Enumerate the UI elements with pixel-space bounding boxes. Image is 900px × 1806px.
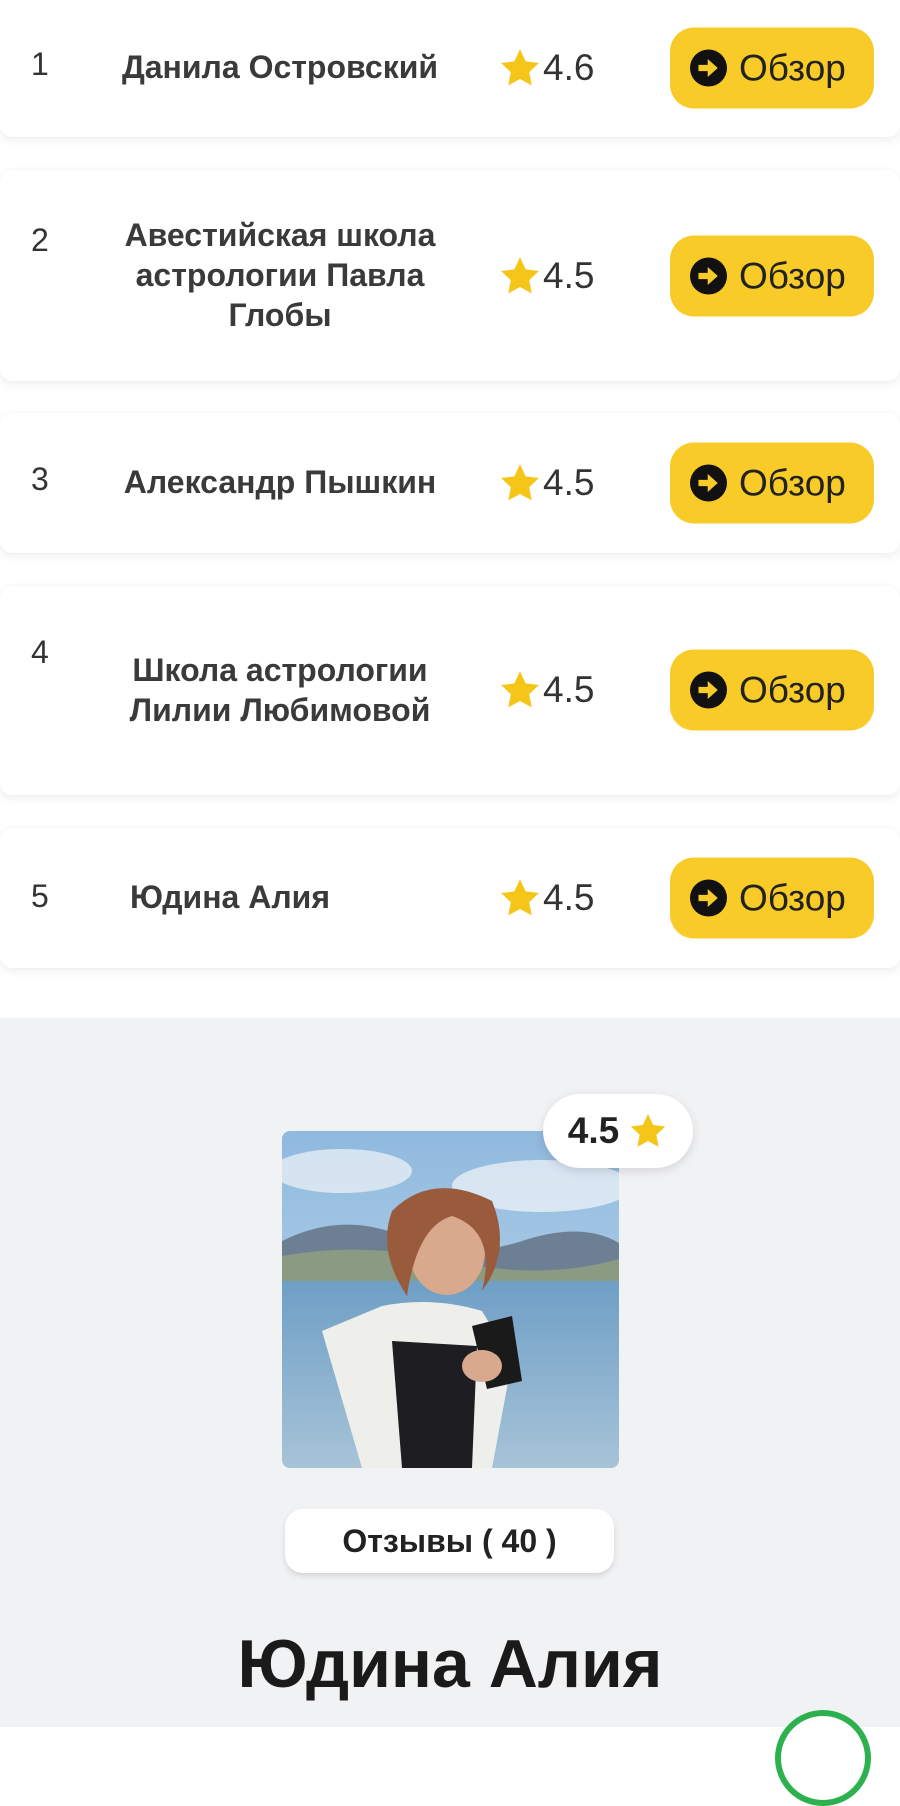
- rating-value: 4.5: [543, 462, 595, 503]
- school-name[interactable]: Александр Пышкин: [120, 462, 440, 502]
- rating-value: 4.5: [543, 669, 595, 710]
- rank-number: 3: [31, 461, 49, 497]
- arrow-right-circle-icon: [690, 49, 727, 87]
- arrow-right-circle-icon: [690, 464, 727, 502]
- profile-photo: [282, 1131, 619, 1468]
- school-name[interactable]: Юдина Алия: [130, 877, 450, 917]
- review-button[interactable]: Обзор: [670, 27, 874, 109]
- profile-section: 4.5 Отзывы ( 40 ) Юдина Алия: [0, 1018, 900, 1806]
- review-button-label: Обзор: [739, 669, 846, 710]
- rank-number: 4: [31, 634, 49, 670]
- reviews-button[interactable]: Отзывы ( 40 ): [285, 1509, 614, 1573]
- rating-value: 4.6: [543, 47, 595, 88]
- star-icon: [501, 464, 539, 501]
- rating: 4.5: [498, 668, 594, 712]
- ranking-item: 1 Данила Островский 4.6 Обзор: [0, 0, 900, 137]
- rank-number: 2: [31, 222, 49, 258]
- star-icon: [501, 49, 539, 86]
- rating: 4.5: [498, 461, 594, 505]
- profile-rating-value: 4.5: [567, 1110, 620, 1151]
- chat-icon[interactable]: [775, 1710, 871, 1806]
- reviews-button-label: Отзывы ( 40 ): [342, 1522, 557, 1559]
- rank-number: 1: [31, 46, 49, 82]
- rating: 4.6: [498, 46, 594, 90]
- ranking-list: 1 Данила Островский 4.6 Обзор 2 Авестийс…: [0, 0, 900, 1018]
- school-name[interactable]: Школа астрологии Лилии Любимовой: [120, 650, 440, 730]
- review-button[interactable]: Обзор: [670, 235, 874, 317]
- arrow-right-circle-icon: [690, 879, 727, 917]
- rating: 4.5: [498, 254, 594, 298]
- ranking-item: 2 Авестийская школа астрологии Павла Гло…: [0, 170, 900, 381]
- ranking-item: 3 Александр Пышкин 4.5 Обзор: [0, 413, 900, 553]
- review-button-label: Обзор: [739, 462, 846, 503]
- review-button[interactable]: Обзор: [670, 442, 874, 524]
- arrow-right-circle-icon: [690, 671, 727, 709]
- rank-number: 5: [31, 878, 49, 914]
- review-button-label: Обзор: [739, 255, 846, 296]
- star-icon: [501, 671, 539, 708]
- review-button-label: Обзор: [739, 47, 846, 88]
- review-button-label: Обзор: [739, 877, 846, 918]
- profile-rating-badge: 4.5: [543, 1094, 693, 1168]
- profile-name: Юдина Алия: [237, 1626, 663, 1702]
- star-icon: [501, 879, 539, 916]
- star-icon: [631, 1114, 666, 1147]
- rating: 4.5: [498, 876, 594, 920]
- review-button[interactable]: Обзор: [670, 649, 874, 731]
- rating-value: 4.5: [543, 255, 595, 296]
- ranking-item: 4 Школа астрологии Лилии Любимовой 4.5 О…: [0, 586, 900, 795]
- review-button[interactable]: Обзор: [670, 857, 874, 939]
- arrow-right-circle-icon: [690, 257, 727, 295]
- school-name[interactable]: Авестийская школа астрологии Павла Глобы: [120, 215, 440, 335]
- star-icon: [501, 257, 539, 294]
- rating-value: 4.5: [543, 877, 595, 918]
- school-name[interactable]: Данила Островский: [120, 47, 440, 87]
- ranking-item: 5 Юдина Алия 4.5 Обзор: [0, 828, 900, 968]
